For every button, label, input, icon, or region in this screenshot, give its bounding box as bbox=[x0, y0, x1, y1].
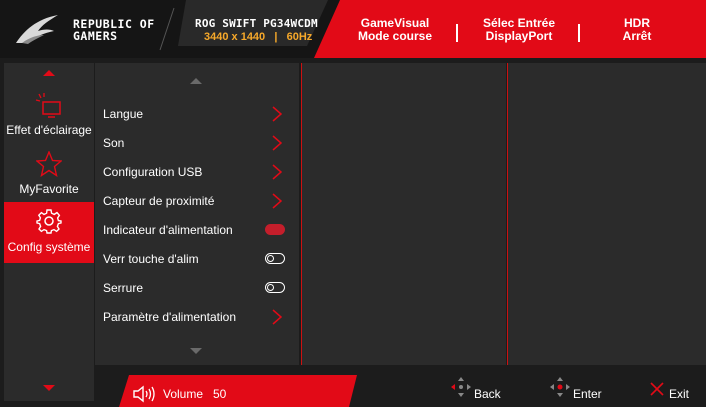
menu-scroll-down-icon[interactable] bbox=[190, 348, 202, 354]
nav-item-system-setup[interactable]: Config système bbox=[4, 202, 94, 263]
enter-label: Enter bbox=[573, 387, 602, 401]
close-icon bbox=[650, 382, 664, 396]
speaker-icon bbox=[133, 385, 155, 403]
power-key-lock-toggle[interactable] bbox=[265, 253, 285, 264]
back-hint[interactable]: Back bbox=[450, 376, 510, 402]
input-select-info: Sélec Entrée DisplayPort bbox=[454, 17, 584, 43]
osd-frame: REPUBLIC OF GAMERS ROG SWIFT PG34WCDM 34… bbox=[0, 0, 706, 407]
gamevisual-value: Mode course bbox=[357, 29, 432, 43]
nav-item-label: MyFavorite bbox=[19, 182, 79, 196]
model-name: ROG SWIFT PG34WCDM bbox=[195, 17, 318, 30]
value-column bbox=[507, 63, 706, 365]
menu-item-sound[interactable]: Son bbox=[103, 132, 293, 154]
menu-item-usb-setup[interactable]: Configuration USB bbox=[103, 161, 293, 183]
gear-icon bbox=[36, 209, 62, 234]
category-nav: Effet d'éclairage MyFavorite Config syst… bbox=[4, 63, 94, 401]
hdr-info: HDR Arrêt bbox=[572, 17, 702, 43]
chevron-right-icon bbox=[272, 164, 283, 180]
spec-separator: | bbox=[268, 31, 284, 43]
osd-footer: Volume 50 Back Enter Exit bbox=[95, 366, 706, 407]
brand-logo-text: REPUBLIC OF GAMERS bbox=[73, 18, 155, 42]
menu-item-language[interactable]: Langue bbox=[103, 103, 293, 125]
joystick-left-icon bbox=[451, 377, 471, 397]
menu-scroll-up-icon[interactable] bbox=[190, 78, 202, 84]
rog-logo-icon bbox=[16, 15, 58, 44]
nav-item-label: Effet d'éclairage bbox=[6, 123, 92, 137]
volume-label: Volume bbox=[163, 387, 204, 401]
menu-item-proximity-sensor[interactable]: Capteur de proximité bbox=[103, 190, 293, 212]
exit-label: Exit bbox=[669, 387, 690, 401]
menu-item-lock[interactable]: Serrure bbox=[103, 277, 293, 299]
enter-hint[interactable]: Enter bbox=[549, 376, 613, 402]
input-select-value: DisplayPort bbox=[485, 29, 553, 43]
star-icon bbox=[36, 151, 62, 177]
nav-scroll-down-icon[interactable] bbox=[43, 385, 55, 391]
menu-item-label: Paramètre d'alimentation bbox=[103, 310, 237, 324]
exit-hint[interactable]: Exit bbox=[649, 376, 701, 402]
menu-item-label: Capteur de proximité bbox=[103, 194, 215, 208]
back-label: Back bbox=[474, 387, 501, 401]
lighting-icon bbox=[35, 93, 61, 118]
menu-item-label: Configuration USB bbox=[103, 165, 203, 179]
menu-item-power-key-lock[interactable]: Verr touche d'alim bbox=[103, 248, 293, 270]
settings-menu: Langue Son Configuration USB Capteur de … bbox=[95, 63, 299, 365]
nav-item-lighting-effect[interactable]: Effet d'éclairage bbox=[4, 87, 94, 147]
hdr-value: Arrêt bbox=[622, 29, 652, 43]
volume-value: 50 bbox=[213, 387, 227, 401]
submenu-column bbox=[301, 63, 506, 365]
menu-item-label: Langue bbox=[103, 107, 144, 121]
menu-item-label: Indicateur d'alimentation bbox=[103, 223, 233, 237]
menu-item-power-indicator[interactable]: Indicateur d'alimentation bbox=[103, 219, 293, 241]
nav-item-label: Config système bbox=[7, 240, 91, 254]
resolution: 3440 x 1440 bbox=[204, 31, 266, 43]
model-spec: 3440 x 1440 | 60Hz bbox=[204, 31, 312, 43]
chevron-right-icon bbox=[272, 135, 283, 151]
nav-item-myfavorite[interactable]: MyFavorite bbox=[4, 147, 94, 201]
menu-item-label: Son bbox=[103, 136, 125, 150]
lock-toggle[interactable] bbox=[265, 282, 285, 293]
chevron-right-icon bbox=[272, 193, 283, 209]
menu-item-label: Serrure bbox=[103, 281, 144, 295]
refresh-rate: 60Hz bbox=[286, 31, 313, 43]
osd-header: REPUBLIC OF GAMERS ROG SWIFT PG34WCDM 34… bbox=[0, 0, 706, 58]
gamevisual-info: GameVisual Mode course bbox=[330, 17, 460, 43]
nav-scroll-up-icon[interactable] bbox=[43, 70, 55, 76]
power-indicator-toggle[interactable] bbox=[265, 224, 285, 235]
chevron-right-icon bbox=[272, 106, 283, 122]
brand-line-2: GAMERS bbox=[73, 29, 118, 43]
menu-item-label: Verr touche d'alim bbox=[103, 252, 199, 266]
menu-item-power-setting[interactable]: Paramètre d'alimentation bbox=[103, 306, 293, 328]
chevron-right-icon bbox=[272, 309, 283, 325]
joystick-press-icon bbox=[550, 377, 570, 397]
